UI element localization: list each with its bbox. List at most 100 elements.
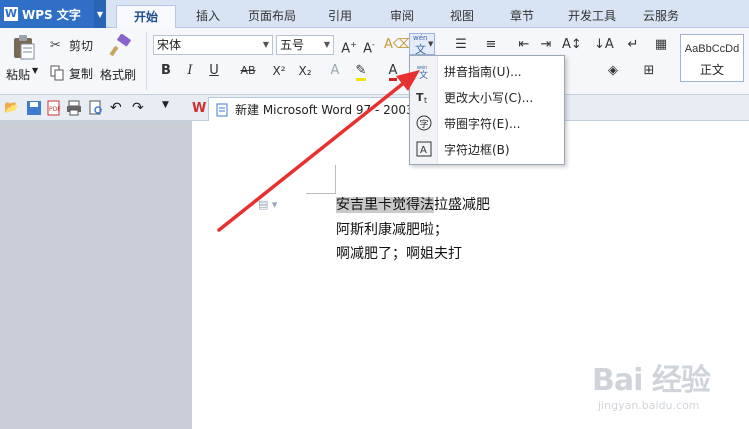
line-text: 拉盛减肥 (434, 197, 490, 213)
underline-button[interactable]: U (205, 62, 223, 80)
copy-icon (50, 65, 64, 81)
pinyin-guide-button[interactable]: wén 文 ▼ (409, 33, 435, 56)
menu-item-label: 带圈字符(E)... (444, 116, 521, 131)
clear-format-icon[interactable]: A⌫ (384, 36, 411, 54)
wps-logo-icon: W (4, 7, 18, 21)
watermark-brand: Bai 经验 (592, 363, 711, 398)
style-normal[interactable]: AaBbCcDd 正文 (680, 34, 744, 82)
tab-insert[interactable]: 插入 (186, 5, 230, 28)
copy-button[interactable]: 复制 (50, 64, 93, 82)
borders-icon[interactable]: ⊞ (640, 62, 658, 80)
superscript-button[interactable]: X² (268, 62, 290, 80)
svg-text:t: t (424, 96, 427, 105)
menu-item-change-case[interactable]: Tt 更改大小写(C)... (410, 84, 564, 110)
ribbon-divider (146, 32, 147, 90)
paste-dropdown-icon[interactable]: ▼ (32, 66, 38, 75)
grow-font-icon[interactable]: A+ (340, 36, 358, 56)
format-painter-button[interactable]: 格式刷 (100, 34, 140, 86)
paragraph-mark-icon[interactable]: ↵ (624, 36, 642, 54)
redo-icon[interactable]: ↷ (132, 100, 148, 116)
menu-item-label: 字符边框(B) (444, 142, 510, 157)
enclosed-char-icon: 字 (410, 115, 438, 131)
tab-page-layout[interactable]: 页面布局 (240, 5, 304, 28)
paragraph-layout-icon[interactable]: ▤ ▾ (258, 198, 277, 211)
chevron-down-icon: ▼ (428, 40, 434, 48)
print-preview-icon[interactable] (88, 100, 104, 116)
chevron-down-icon: ▼ (262, 40, 270, 49)
tab-cloud[interactable]: 云服务 (634, 5, 688, 28)
menu-item-pinyin-guide[interactable]: wén 文 拼音指南(U)... (410, 58, 564, 84)
watermark-url: jingyan.baidu.com (598, 399, 700, 412)
increase-indent-icon[interactable]: ⇥ (537, 36, 555, 54)
font-family-select[interactable]: 宋体 ▼ (153, 35, 273, 55)
font-family-value: 宋体 (157, 38, 182, 52)
chevron-down-icon: ▼ (323, 40, 331, 49)
menu-item-label: 更改大小写(C)... (444, 90, 534, 105)
line-text: 啊减肥了；啊姐夫打 (336, 246, 462, 262)
cut-button[interactable]: ✂ 剪切 (50, 36, 93, 54)
shrink-font-icon[interactable]: A- (360, 36, 378, 56)
shading-icon[interactable]: ◈ (604, 62, 622, 80)
scissors-icon: ✂ (50, 37, 61, 53)
text-effect-icon[interactable]: A (326, 62, 344, 80)
app-menu-button[interactable]: W WPS 文字 (0, 0, 94, 28)
document-tab-label: 新建 Microsoft Word 97 - 2003 (235, 103, 414, 117)
pinyin-dropdown-menu: wén 文 拼音指南(U)... Tt 更改大小写(C)... 字 带圈字符(E)… (409, 55, 565, 165)
export-pdf-icon[interactable]: PDF (46, 100, 62, 116)
font-size-select[interactable]: 五号 ▼ (276, 35, 334, 55)
change-case-icon: Tt (410, 89, 438, 105)
print-icon[interactable] (66, 100, 82, 116)
paste-button[interactable]: 粘贴 ▼ (6, 34, 42, 86)
font-color-icon[interactable]: A (384, 62, 402, 81)
open-folder-icon[interactable]: 📂 (4, 100, 20, 116)
document-line[interactable]: 阿斯利康减肥啦； (336, 219, 448, 241)
cut-label: 剪切 (69, 38, 94, 53)
svg-text:T: T (416, 91, 424, 104)
decrease-indent-icon[interactable]: ⇤ (515, 36, 533, 54)
customize-toolbar-icon[interactable]: ▼ (162, 100, 178, 116)
format-painter-icon (109, 34, 131, 57)
tab-start[interactable]: 开始 (116, 5, 176, 28)
strikethrough-button[interactable]: AB (237, 62, 259, 80)
tab-view[interactable]: 视图 (440, 5, 484, 28)
save-icon[interactable] (26, 100, 42, 116)
char-border-icon: A (410, 141, 438, 157)
tab-references[interactable]: 引用 (318, 5, 362, 28)
tab-chapter[interactable]: 章节 (500, 5, 544, 28)
workspace-background (0, 121, 192, 429)
document-line[interactable]: 啊减肥了；啊姐夫打 (336, 243, 462, 265)
menu-item-enclosed-char[interactable]: 字 带圈字符(E)... (410, 110, 564, 136)
selected-text: 安吉里卡觉得法 (336, 197, 434, 213)
svg-text:PDF: PDF (49, 106, 61, 113)
italic-button[interactable]: I (181, 62, 199, 80)
subscript-button[interactable]: X₂ (294, 62, 316, 80)
document-line[interactable]: 安吉里卡觉得法拉盛减肥 (336, 194, 490, 216)
paste-label: 粘贴 (6, 68, 31, 82)
app-menu-arrow-icon[interactable]: ▼ (94, 0, 106, 28)
line-text: 阿斯利康减肥啦； (336, 222, 448, 238)
text-direction-icon[interactable]: A↕ (562, 36, 582, 54)
tab-review[interactable]: 审阅 (380, 5, 424, 28)
paste-icon (14, 35, 35, 60)
svg-text:字: 字 (420, 118, 429, 130)
pinyin-icon: wén 文 (410, 63, 438, 79)
wps-docs-icon[interactable]: W (192, 101, 206, 116)
sort-icon[interactable]: ↓A (594, 36, 614, 54)
style-name-label: 正文 (699, 63, 724, 77)
margin-corner-mark (335, 165, 336, 193)
bold-button[interactable]: B (157, 62, 175, 80)
table-grid-icon[interactable]: ▦ (652, 36, 670, 54)
format-painter-label: 格式刷 (100, 68, 137, 82)
numbering-icon[interactable]: ≡ (482, 36, 500, 54)
svg-text:wén: wén (417, 64, 427, 71)
highlight-icon[interactable]: ✎ (352, 62, 370, 81)
menu-item-label: 拼音指南(U)... (444, 64, 522, 79)
undo-icon[interactable]: ↶ (110, 100, 126, 116)
bullets-icon[interactable]: ☰ (452, 36, 470, 54)
copy-label: 复制 (69, 66, 94, 81)
menu-item-char-border[interactable]: A 字符边框(B) (410, 136, 564, 162)
tab-developer[interactable]: 开发工具 (560, 5, 624, 28)
document-tab[interactable]: 新建 Microsoft Word 97 - 2003 (208, 97, 430, 121)
style-sample-text: AaBbCcDd (684, 43, 740, 55)
document-icon (216, 103, 228, 116)
